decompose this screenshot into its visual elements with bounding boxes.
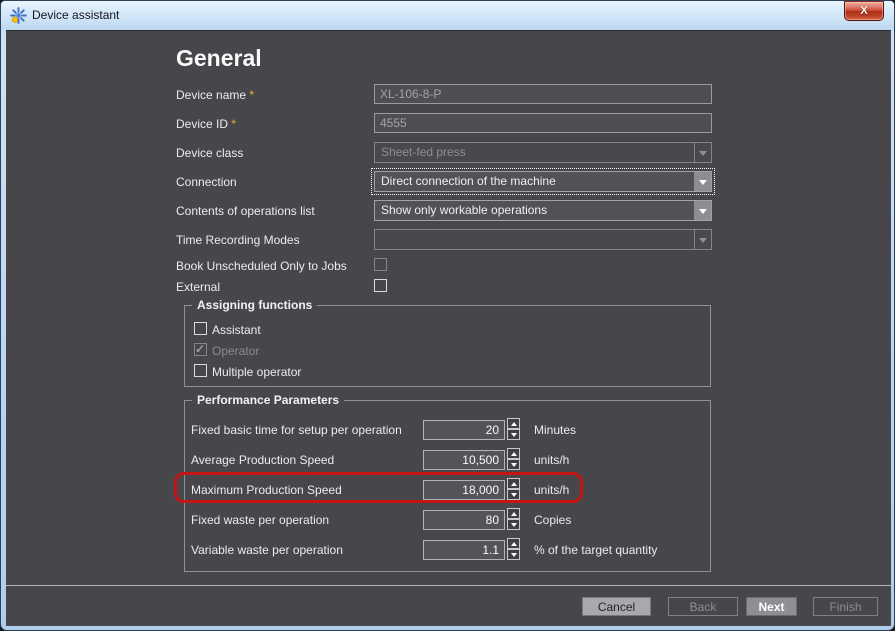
external-label: External	[176, 280, 220, 294]
device-name-field[interactable]	[374, 84, 712, 104]
chevron-down-icon	[694, 143, 711, 162]
setup-time-unit: Minutes	[534, 423, 576, 437]
average-speed-label: Average Production Speed	[191, 453, 334, 467]
variable-waste-unit: % of the target quantity	[534, 543, 657, 557]
book-unscheduled-label: Book Unscheduled Only to Jobs	[176, 259, 347, 273]
device-name-label: Device name *	[176, 88, 254, 102]
operator-checkbox	[194, 343, 207, 356]
average-speed-field[interactable]	[423, 450, 505, 470]
device-id-label: Device ID *	[176, 117, 236, 131]
device-id-field[interactable]	[374, 113, 712, 133]
spin-up-button[interactable]	[507, 508, 520, 519]
fixed-waste-field[interactable]	[423, 510, 505, 530]
assigning-functions-group: Assigning functions Assistant Operator M…	[184, 305, 711, 387]
operations-list-label: Contents of operations list	[176, 204, 315, 218]
operations-list-select[interactable]: Show only workable operations	[374, 200, 712, 221]
device-assistant-window: Device assistant X General Device name *…	[0, 0, 895, 631]
operator-label: Operator	[212, 344, 259, 358]
performance-parameters-group: Performance Parameters Fixed basic time …	[184, 400, 711, 572]
spin-up-button[interactable]	[507, 478, 520, 489]
setup-time-label: Fixed basic time for setup per operation	[191, 423, 402, 437]
spin-down-button[interactable]	[507, 489, 520, 500]
device-class-label: Device class	[176, 146, 243, 160]
fixed-waste-label: Fixed waste per operation	[191, 513, 329, 527]
spin-down-button[interactable]	[507, 459, 520, 470]
required-asterisk: *	[231, 117, 236, 131]
chevron-down-icon	[694, 230, 711, 249]
connection-label: Connection	[176, 175, 237, 189]
dialog-content: General Device name * Device ID * Device…	[6, 30, 891, 626]
maximum-speed-unit: units/h	[534, 483, 569, 497]
chevron-down-icon[interactable]	[694, 201, 711, 220]
time-recording-select	[374, 229, 712, 250]
variable-waste-label: Variable waste per operation	[191, 543, 343, 557]
variable-waste-field[interactable]	[423, 540, 505, 560]
spin-up-button[interactable]	[507, 418, 520, 429]
required-asterisk: *	[249, 88, 254, 102]
time-recording-label: Time Recording Modes	[176, 233, 300, 247]
external-checkbox[interactable]	[374, 279, 387, 292]
page-title: General	[176, 45, 262, 72]
app-gear-icon	[10, 7, 27, 24]
spin-down-button[interactable]	[507, 429, 520, 440]
book-unscheduled-checkbox[interactable]	[374, 258, 387, 271]
assistant-label: Assistant	[212, 323, 261, 337]
fixed-waste-unit: Copies	[534, 513, 571, 527]
finish-button: Finish	[813, 597, 878, 616]
setup-time-field[interactable]	[423, 420, 505, 440]
spin-up-button[interactable]	[507, 538, 520, 549]
title-bar[interactable]: Device assistant	[1, 1, 894, 30]
chevron-down-icon[interactable]	[694, 172, 711, 191]
multiple-operator-checkbox[interactable]	[194, 364, 207, 377]
spin-down-button[interactable]	[507, 519, 520, 530]
maximum-speed-field[interactable]	[423, 480, 505, 500]
average-speed-unit: units/h	[534, 453, 569, 467]
spin-up-button[interactable]	[507, 448, 520, 459]
performance-parameters-title: Performance Parameters	[192, 393, 344, 407]
assistant-checkbox[interactable]	[194, 322, 207, 335]
multiple-operator-label: Multiple operator	[212, 365, 301, 379]
next-button[interactable]: Next	[746, 597, 797, 616]
back-button: Back	[668, 597, 738, 616]
assigning-functions-title: Assigning functions	[192, 298, 317, 312]
device-class-select: Sheet-fed press	[374, 142, 712, 163]
maximum-speed-label: Maximum Production Speed	[191, 483, 342, 497]
close-button[interactable]: X	[844, 1, 884, 21]
connection-select[interactable]: Direct connection of the machine	[374, 171, 712, 192]
footer-divider	[6, 585, 891, 586]
window-title: Device assistant	[32, 8, 119, 22]
cancel-button[interactable]: Cancel	[582, 597, 651, 616]
spin-down-button[interactable]	[507, 549, 520, 560]
